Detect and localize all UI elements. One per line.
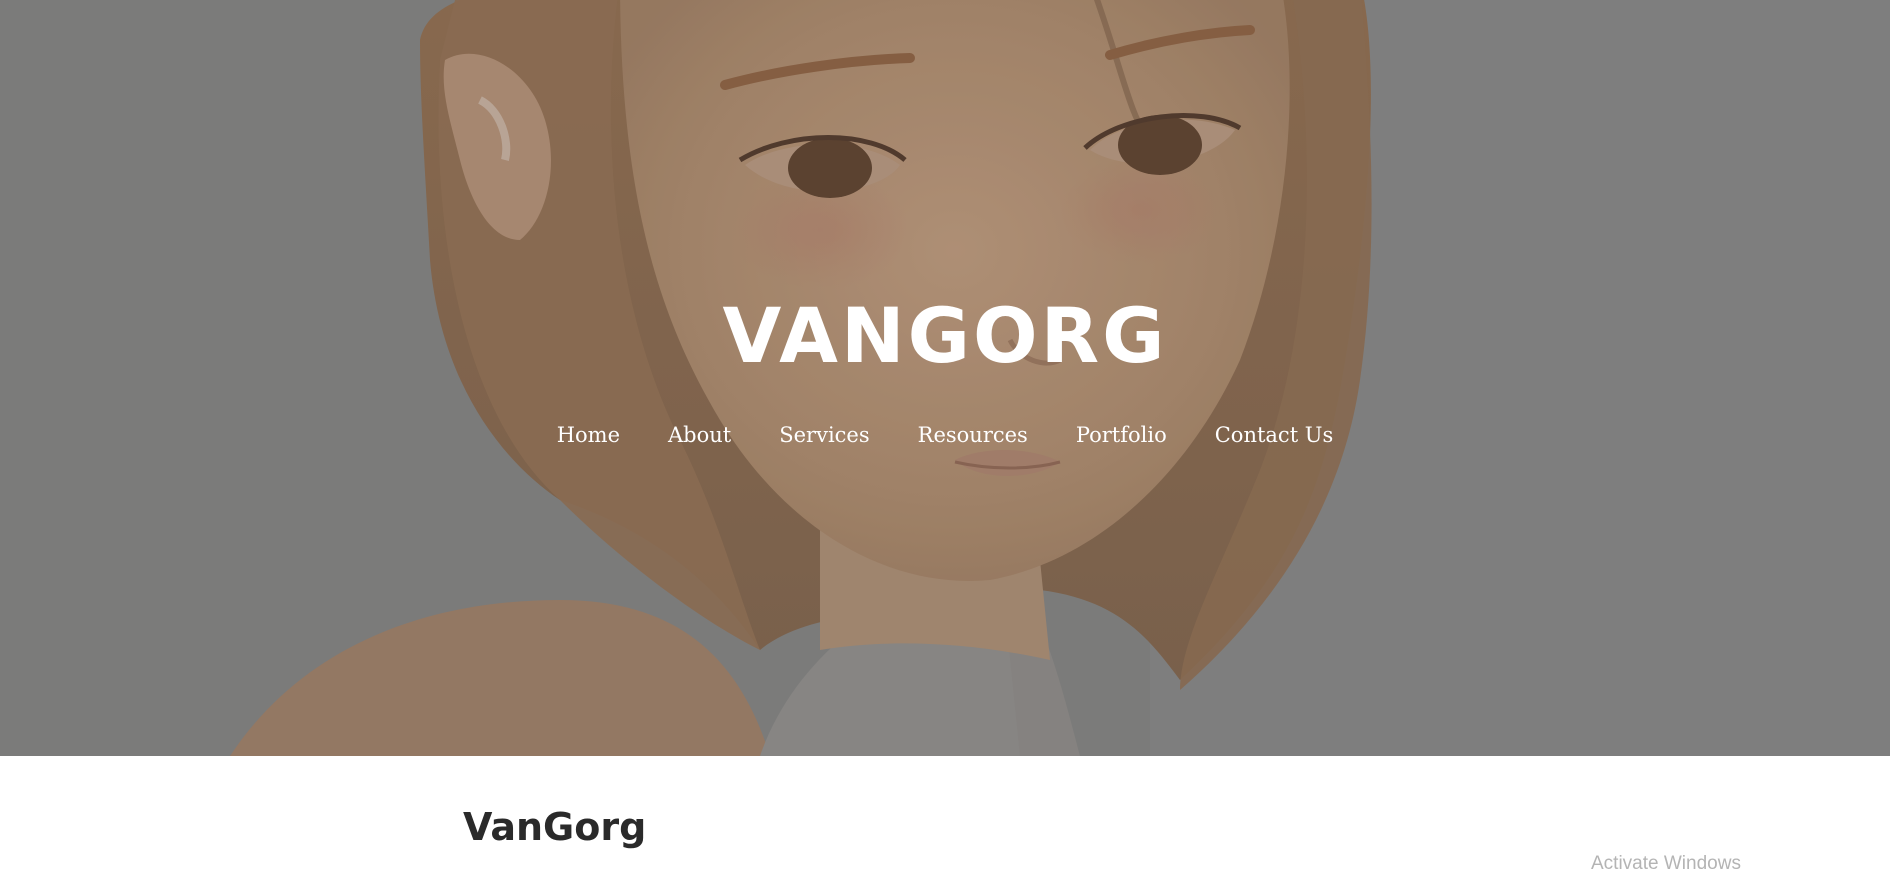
site-title[interactable]: VANGORG bbox=[0, 298, 1890, 374]
main-navigation: Home About Services Resources Portfolio … bbox=[0, 420, 1890, 450]
nav-item-about[interactable]: About bbox=[644, 420, 755, 450]
hero-banner: VANGORG Home About Services Resources Po… bbox=[0, 0, 1890, 756]
nav-item-home[interactable]: Home bbox=[533, 420, 644, 450]
main-content: VanGorg Activate Windows bbox=[0, 756, 1890, 873]
activate-windows-watermark: Activate Windows bbox=[1591, 853, 1741, 873]
nav-item-resources[interactable]: Resources bbox=[894, 420, 1052, 450]
nav-item-portfolio[interactable]: Portfolio bbox=[1052, 420, 1191, 450]
page-heading: VanGorg bbox=[463, 805, 647, 849]
nav-item-contact-us[interactable]: Contact Us bbox=[1191, 420, 1358, 450]
nav-item-services[interactable]: Services bbox=[755, 420, 893, 450]
